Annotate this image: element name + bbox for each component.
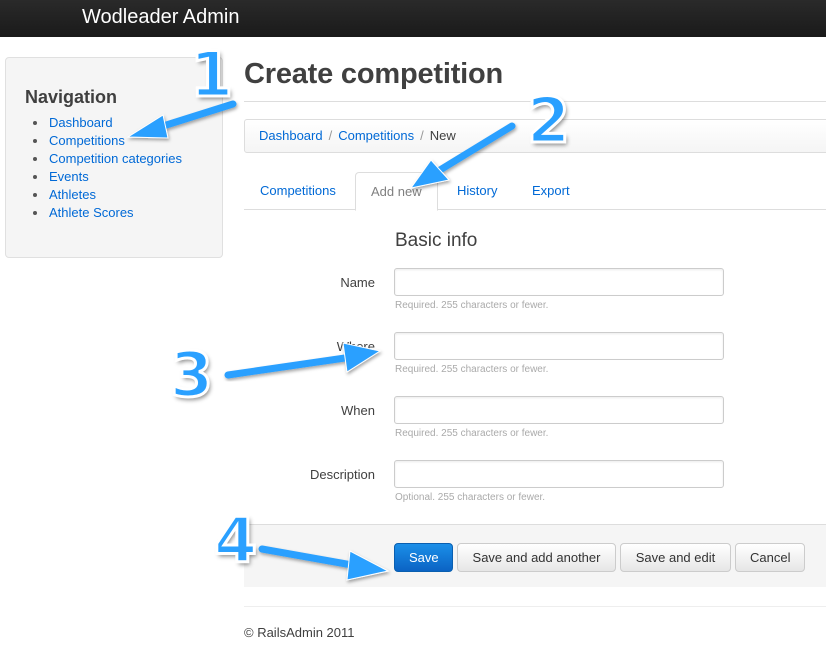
arrow-3 (224, 342, 382, 379)
callout-4: 4 (212, 504, 258, 577)
annotation-arrows (126, 100, 516, 581)
callout-1: 1 (188, 38, 234, 111)
arrow-4 (258, 545, 390, 581)
callout-3: 3 (168, 338, 214, 411)
arrow-2 (409, 122, 516, 189)
callout-2: 2 (525, 84, 571, 157)
